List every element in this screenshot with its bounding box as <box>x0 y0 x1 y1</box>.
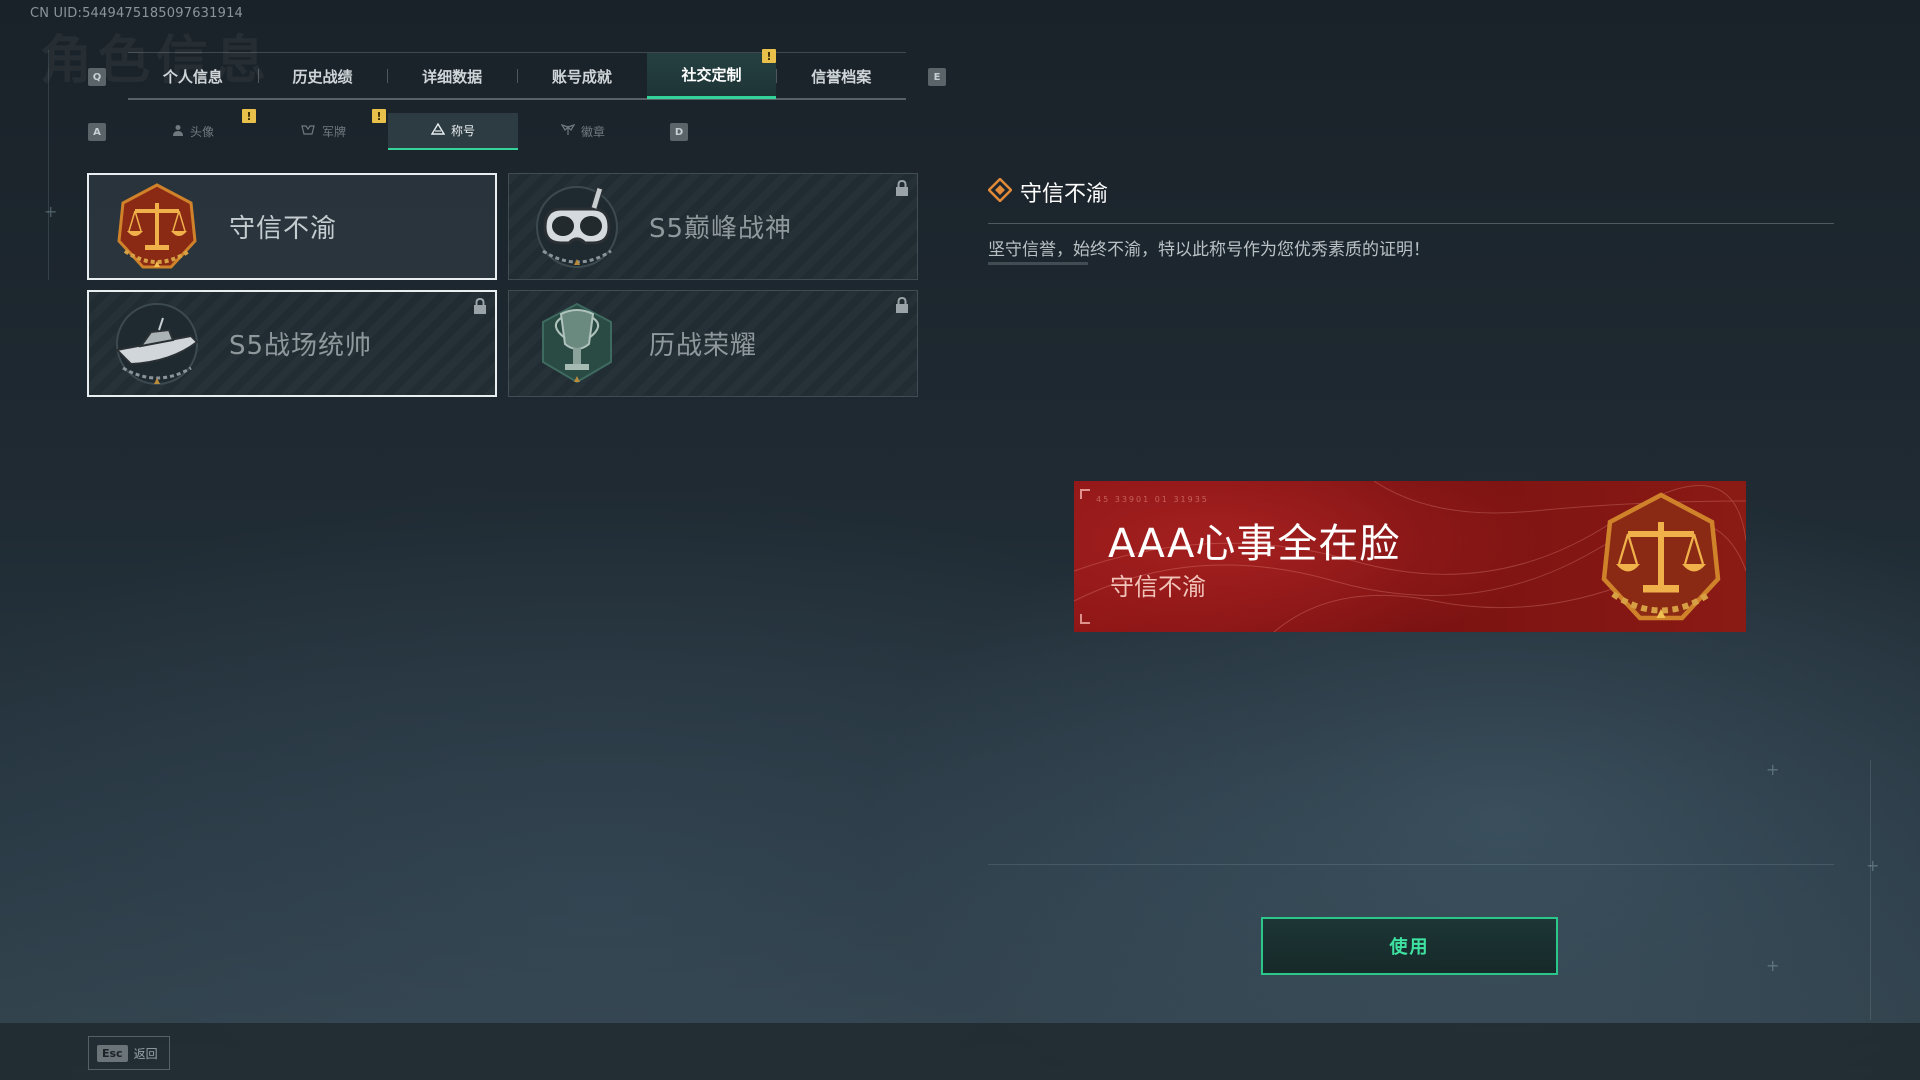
title-name: 历战荣耀 <box>649 331 758 361</box>
frame-corner <box>1080 614 1090 624</box>
back-label: 返回 <box>133 1046 158 1061</box>
subtab-avatar[interactable]: 头像 <box>128 113 258 150</box>
scales-emblem-icon <box>1592 489 1730 627</box>
title-name: S5巅峰战神 <box>649 214 793 244</box>
title-card[interactable]: S5巅峰战神 <box>508 173 918 280</box>
use-button[interactable]: 使用 <box>1261 917 1558 975</box>
person-icon <box>172 124 184 139</box>
title-name: S5战场统帅 <box>229 331 373 361</box>
deco-plus: + <box>1766 760 1780 779</box>
lock-icon <box>895 179 909 196</box>
subtab-label: 头像 <box>189 125 214 139</box>
subtab-badge[interactable]: 徽章 <box>518 113 648 150</box>
back-button[interactable]: Esc 返回 <box>88 1036 170 1070</box>
tab-social-custom[interactable]: 社交定制 <box>646 53 777 99</box>
nameplate-preview: 45 33901 01 31935 AAA心事全在脸 守信不渝 <box>1074 481 1746 632</box>
notification-badge: ! <box>372 109 386 123</box>
speedboat-emblem-icon <box>109 296 205 392</box>
wings-icon <box>560 123 576 139</box>
deco-bar <box>988 262 1088 265</box>
tab-achievements[interactable]: 账号成就 <box>517 53 647 99</box>
equipped-title: 守信不渝 <box>1110 573 1206 601</box>
deco-line <box>988 864 1834 865</box>
prev-tab-key[interactable]: Q <box>88 68 106 86</box>
detail-header: 守信不渝 <box>987 176 1109 208</box>
diamond-icon <box>987 177 1013 206</box>
divider <box>988 223 1834 224</box>
detail-description: 坚守信誉，始终不渝，特以此称号作为您优秀素质的证明！ <box>988 240 1430 260</box>
tab-detailed-stats[interactable]: 详细数据 <box>387 53 517 99</box>
title-icon <box>430 122 446 138</box>
sub-tab-bar: 头像 军牌 称号 徽章 <box>128 113 648 150</box>
deco-line <box>1870 760 1871 1020</box>
subtab-dogtag[interactable]: 军牌 <box>258 113 388 150</box>
deco-plus: + <box>44 202 58 221</box>
subtab-label: 军牌 <box>321 125 346 139</box>
lock-icon <box>473 297 487 314</box>
bottom-bar <box>0 1023 1920 1080</box>
lock-icon <box>895 296 909 313</box>
subtab-label: 徽章 <box>580 125 605 139</box>
scales-emblem-icon <box>109 179 205 275</box>
notification-badge: ! <box>242 109 256 123</box>
subtab-title[interactable]: 称号 <box>388 113 518 150</box>
title-card[interactable]: S5战场统帅 <box>87 290 497 397</box>
dogtag-icon <box>300 124 316 139</box>
detail-title: 守信不渝 <box>1020 182 1109 207</box>
tab-credit-record[interactable]: 信誉档案 <box>776 53 906 99</box>
title-name: 守信不渝 <box>229 214 338 244</box>
next-subtab-key[interactable]: D <box>670 123 688 141</box>
deco-plus: + <box>1866 856 1880 875</box>
esc-key: Esc <box>97 1044 128 1062</box>
frame-corner <box>1080 489 1090 499</box>
diver-mask-emblem-icon <box>529 179 625 275</box>
deco-line <box>48 50 49 280</box>
tab-match-history[interactable]: 历史战绩 <box>257 53 388 99</box>
tab-personal-info[interactable]: 个人信息 <box>128 53 258 99</box>
title-card[interactable]: 守信不渝 <box>87 173 497 280</box>
banner-code: 45 33901 01 31935 <box>1096 495 1209 504</box>
player-name: AAA心事全在脸 <box>1108 521 1401 567</box>
next-tab-key[interactable]: E <box>928 68 946 86</box>
main-tab-bar: 个人信息 历史战绩 详细数据 账号成就 社交定制 信誉档案 <box>128 52 906 100</box>
notification-badge: ! <box>762 49 776 63</box>
title-card[interactable]: 历战荣耀 <box>508 290 918 397</box>
subtab-label: 称号 <box>450 124 475 138</box>
prev-subtab-key[interactable]: A <box>88 123 106 141</box>
deco-plus: + <box>1766 956 1780 975</box>
trophy-emblem-icon <box>529 296 625 392</box>
